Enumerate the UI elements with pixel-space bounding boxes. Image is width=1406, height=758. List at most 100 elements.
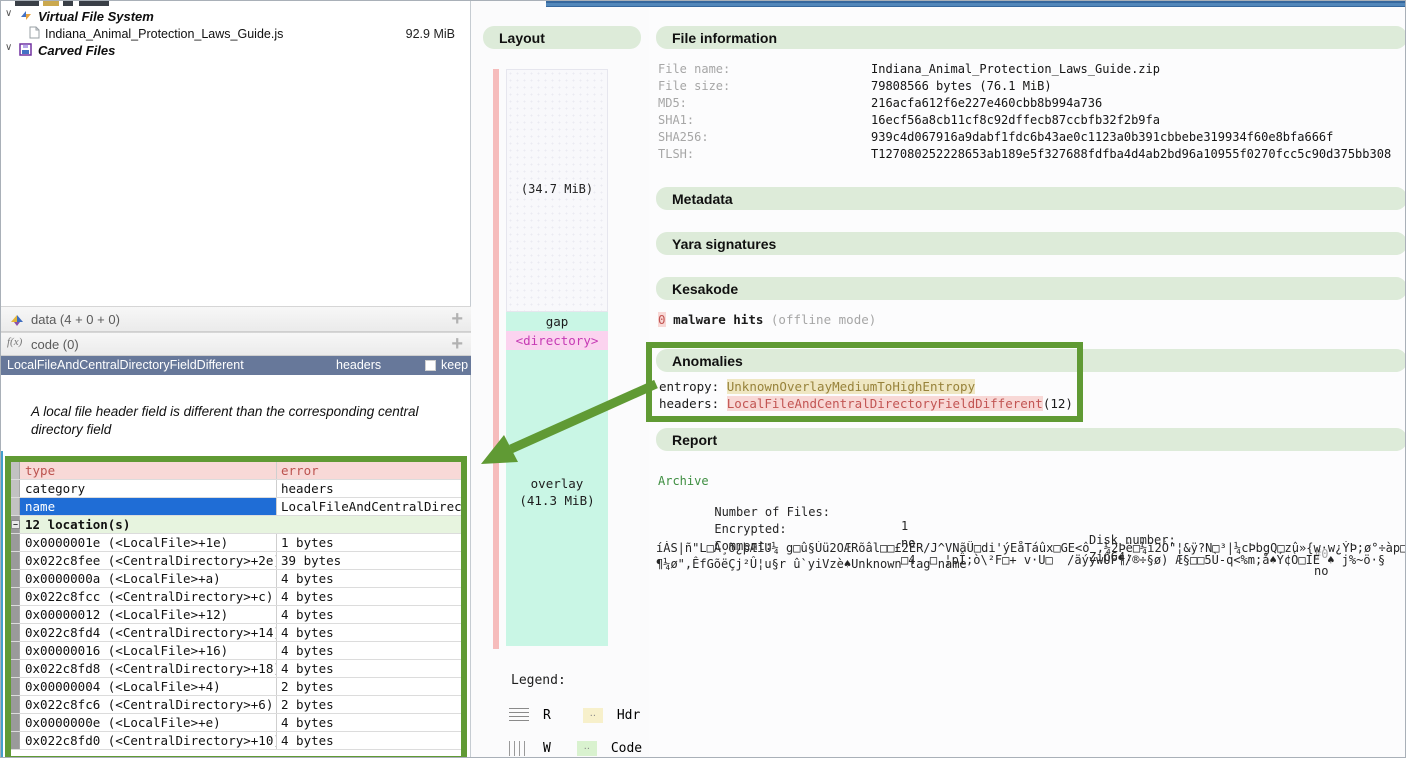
table-cell-key: type (20, 462, 276, 479)
section-title: Kesakode (672, 281, 738, 297)
layout-segment-gap[interactable]: gap (506, 312, 608, 331)
table-cell-value: headers (276, 480, 461, 497)
table-row-location[interactable]: 0x022c8fc6 (<CentralDirectory>+6)2 bytes (11, 696, 461, 714)
table-row-location[interactable]: 0x0000000e (<LocalFile>+e)4 bytes (11, 714, 461, 732)
table-group-row[interactable]: − 12 location(s) (11, 516, 461, 534)
location-size: 4 bytes (276, 714, 461, 731)
anomaly-headers-row: headers: LocalFileAndCentralDirectoryFie… (659, 396, 1073, 411)
field-label: TLSH: (658, 147, 694, 161)
write-hatch-icon (509, 741, 529, 756)
legend-read-label: R (543, 708, 551, 723)
legend-code-label: Code (611, 741, 642, 756)
tree-item-label: Indiana_Animal_Protection_Laws_Guide.js (45, 27, 283, 41)
table-row-location[interactable]: 0x0000000a (<LocalFile>+a)4 bytes (11, 570, 461, 588)
data-section-bar[interactable]: data (4 + 0 + 0) + (1, 306, 471, 332)
keep-checkbox[interactable] (425, 360, 436, 371)
location-address: 0x0000001e (<LocalFile>+1e) (20, 534, 276, 551)
selected-anomaly-row[interactable]: LocalFileAndCentralDirectoryFieldDiffere… (1, 356, 471, 375)
archive-section-label: Archive (658, 474, 709, 488)
segment-label: overlay (41.3 MiB) (506, 475, 608, 509)
anomaly-detail-annotation-box: type error category headers name LocalFi… (5, 456, 467, 758)
add-data-button[interactable]: + (451, 308, 463, 331)
table-row-location[interactable]: 0x022c8fd4 (<CentralDirectory>+14)4 byte… (11, 624, 461, 642)
row-gutter (11, 606, 20, 623)
table-row-location[interactable]: 0x022c8fcc (<CentralDirectory>+c)4 bytes (11, 588, 461, 606)
headers-anomaly-chip[interactable]: LocalFileAndCentralDirectoryFieldDiffere… (727, 396, 1043, 411)
clipped-text-fragment (79, 1, 109, 6)
virtual-file-system-icon (19, 9, 33, 25)
field-label: SHA1: (658, 113, 694, 127)
field-value: T127080252228653ab189e5f327688fdfba4d4ab… (871, 147, 1391, 161)
tree-item-label: Carved Files (38, 43, 115, 58)
location-address: 0x00000004 (<LocalFile>+4) (20, 678, 276, 695)
yara-signatures-header: Yara signatures (656, 232, 1406, 255)
table-row-location[interactable]: 0x00000016 (<LocalFile>+16)4 bytes (11, 642, 461, 660)
app-window: ∨ Virtual File System Indiana_Animal_Pro… (0, 0, 1406, 758)
layout-segment-overlay[interactable]: overlay (41.3 MiB) (506, 350, 608, 646)
location-address: 0x00000016 (<LocalFile>+16) (20, 642, 276, 659)
offline-mode-label: (offline mode) (771, 312, 876, 327)
row-gutter (11, 588, 20, 605)
file-size-label: 92.9 MiB (406, 27, 455, 41)
table-row-location[interactable]: 0x022c8fd0 (<CentralDirectory>+10)4 byte… (11, 732, 461, 750)
metadata-header: Metadata (656, 187, 1406, 210)
table-row-location[interactable]: 0x0000001e (<LocalFile>+1e)1 bytes (11, 534, 461, 552)
overlay-label: overlay (506, 475, 608, 492)
row-gutter (11, 552, 20, 569)
location-address: 0x0000000a (<LocalFile>+a) (20, 570, 276, 587)
chevron-down-icon[interactable]: ∨ (5, 8, 17, 19)
navigation-pane: ∨ Virtual File System Indiana_Animal_Pro… (1, 1, 471, 758)
file-information-header: File information (656, 26, 1406, 49)
location-address: 0x00000012 (<LocalFile>+12) (20, 606, 276, 623)
tree-item-carved-files[interactable]: ∨ Carved Files (1, 42, 471, 59)
group-label: 12 location(s) (20, 516, 460, 533)
chevron-down-icon[interactable]: ∨ (5, 42, 17, 53)
table-cell-key-selected[interactable]: name (20, 498, 276, 515)
anomaly-entropy-row: entropy: UnknownOverlayMediumToHighEntro… (659, 379, 975, 394)
location-address: 0x0000000e (<LocalFile>+e) (20, 714, 276, 731)
location-size: 4 bytes (276, 732, 461, 749)
field-label: File name: (658, 62, 730, 76)
table-row-location[interactable]: 0x00000004 (<LocalFile>+4)2 bytes (11, 678, 461, 696)
table-row-location[interactable]: 0x00000012 (<LocalFile>+12)4 bytes (11, 606, 461, 624)
section-title: Anomalies (672, 353, 743, 369)
table-row-category[interactable]: category headers (11, 480, 461, 498)
field-value: 16ecf56a8cb11cf8c92dffecb87ccbfb32f2b9fa (871, 113, 1160, 127)
table-row-type[interactable]: type error (11, 462, 461, 480)
entropy-bar (493, 69, 499, 649)
kesakode-result: 0 malware hits (offline mode) (658, 312, 876, 327)
table-row-name[interactable]: name LocalFileAndCentralDirectoryFieldDi… (11, 498, 461, 516)
location-size: 4 bytes (276, 642, 461, 659)
headers-label: headers: (659, 396, 719, 411)
location-size: 4 bytes (276, 606, 461, 623)
tree-item-file[interactable]: Indiana_Animal_Protection_Laws_Guide.js … (1, 25, 471, 42)
table-cell-key: category (20, 480, 276, 497)
location-size: 2 bytes (276, 678, 461, 695)
location-address: 0x022c8fc6 (<CentralDirectory>+6) (20, 696, 276, 713)
overlay-size-label: (41.3 MiB) (506, 492, 608, 509)
row-gutter (11, 462, 20, 479)
location-size: 2 bytes (276, 696, 461, 713)
code-section-bar[interactable]: f(x) code (0) + (1, 332, 471, 356)
anomaly-name-label: LocalFileAndCentralDirectoryFieldDiffere… (7, 358, 244, 372)
field-value: 939c4d067916a9dabf1fdc6b43ae0c1123a0b391… (871, 130, 1333, 144)
table-row-location[interactable]: 0x022c8fd8 (<CentralDirectory>+18)4 byte… (11, 660, 461, 678)
row-gutter (11, 624, 20, 641)
read-hatch-icon (509, 708, 529, 723)
keep-label: keep (441, 358, 468, 372)
layout-segment-directory[interactable]: <directory> (506, 331, 608, 350)
entropy-anomaly-chip[interactable]: UnknownOverlayMediumToHighEntropy (727, 379, 975, 394)
add-code-button[interactable]: + (451, 333, 463, 356)
row-gutter (11, 480, 20, 497)
row-gutter (11, 642, 20, 659)
function-icon: f(x) (7, 336, 22, 348)
layout-title: Layout (499, 30, 545, 46)
table-row-location[interactable]: 0x022c8fee (<CentralDirectory>+2e)39 byt… (11, 552, 461, 570)
tree-item-virtual-file-system[interactable]: ∨ Virtual File System (1, 8, 471, 25)
field-value: 216acfa612f6e227e460cbb8b994a736 (871, 96, 1102, 110)
legend-row-write: W .. Code (509, 741, 642, 756)
collapse-marker-icon[interactable]: − (11, 520, 20, 529)
layout-segment-data[interactable]: (34.7 MiB) (506, 69, 608, 312)
field-value: Indiana_Animal_Protection_Laws_Guide.zip (871, 62, 1160, 76)
comment-value: íÀS|ñ"L□Ã¸ð¿þÆíU¼ g□û§Ùü2OÆRõâl□□£2ÉR/J^… (656, 541, 1406, 555)
